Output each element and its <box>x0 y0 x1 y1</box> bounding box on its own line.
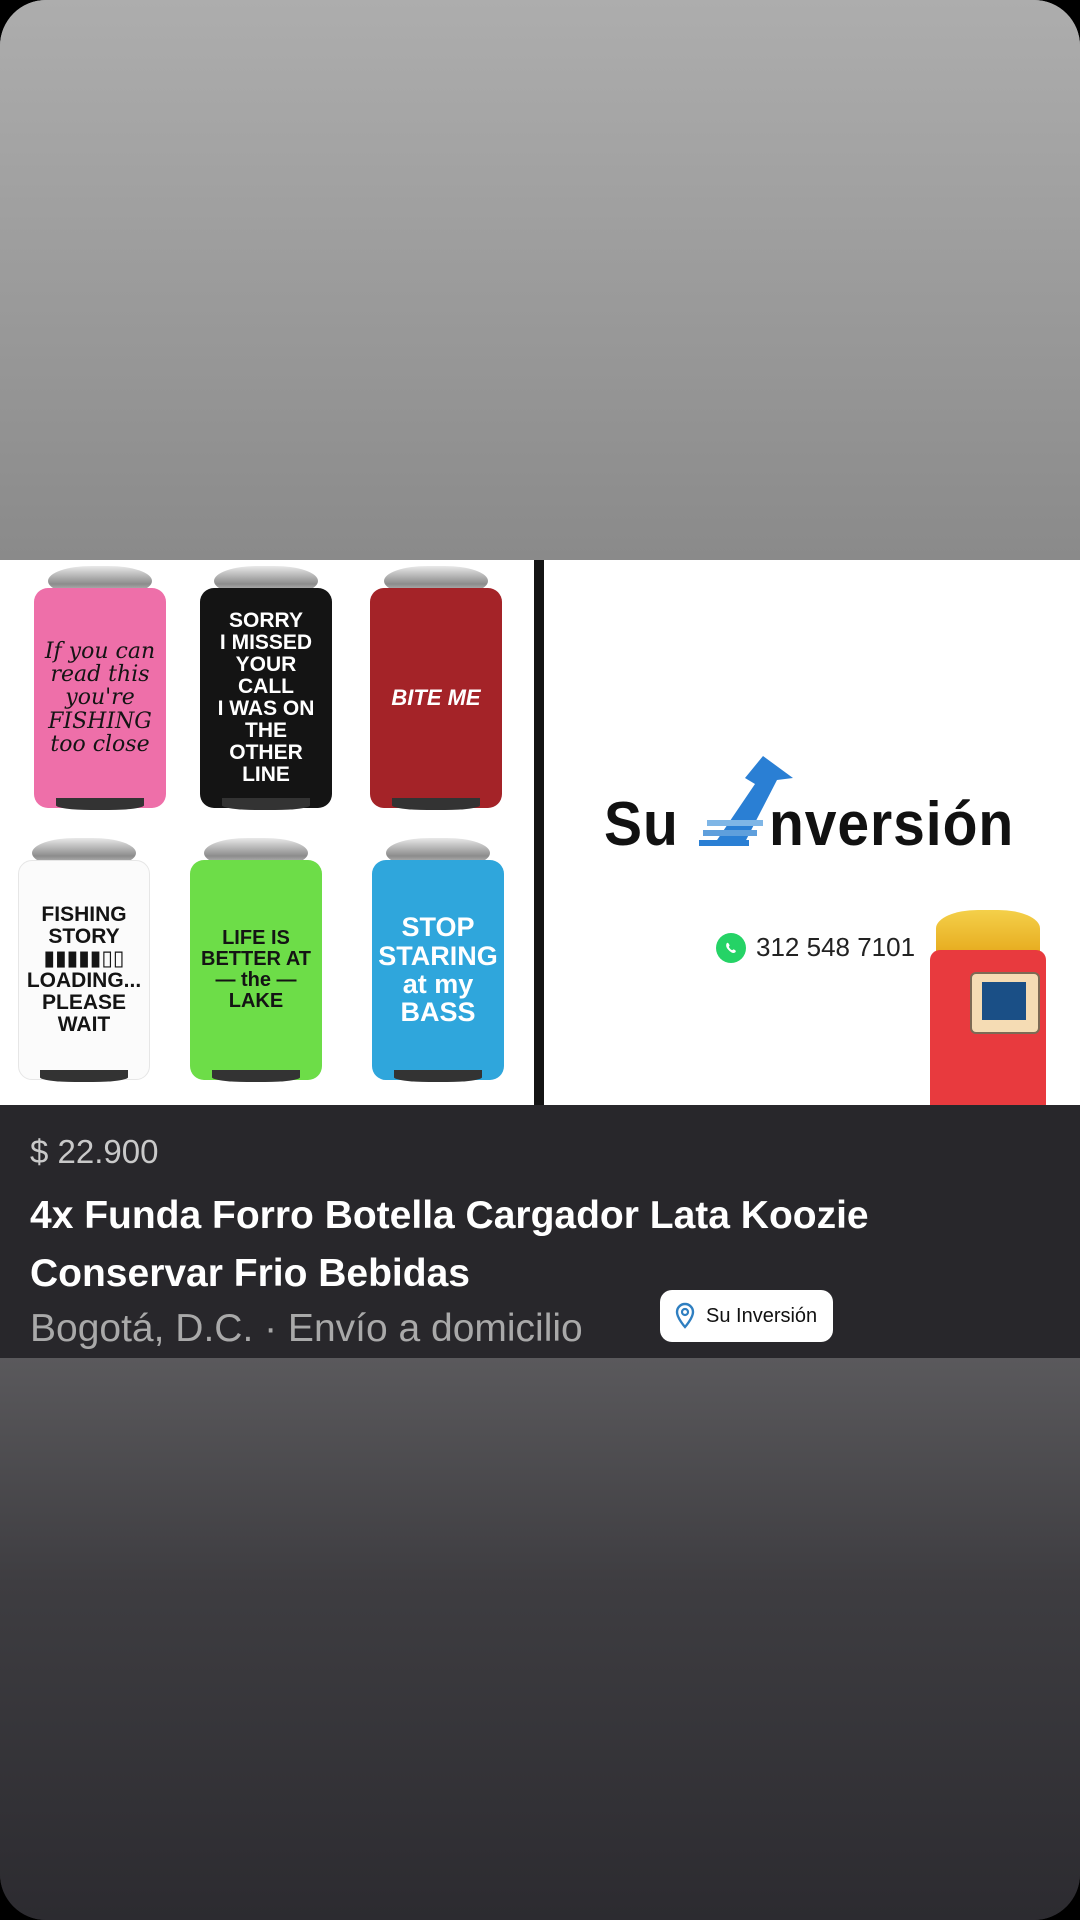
koozie-text: BITE ME <box>391 685 481 711</box>
brand-panel: Su nversión 312 548 7101 <box>544 560 1080 1105</box>
story-background-bottom <box>0 1358 1080 1920</box>
koozie-text: If you can read this you're FISHING too … <box>44 639 156 757</box>
story-screen: If you can read this you're FISHING too … <box>0 0 1080 1920</box>
image-divider <box>534 560 544 1105</box>
phone-row: 312 548 7101 <box>716 932 915 963</box>
promo-koozie-image <box>930 910 1046 1105</box>
brand-logo: Su nversión <box>604 750 1036 860</box>
product-image[interactable]: If you can read this you're FISHING too … <box>0 560 1080 1105</box>
listing-price: $ 22.900 <box>30 1133 159 1170</box>
koozie-text: STOP STARING at my BASS <box>378 912 498 1028</box>
listing-info[interactable]: $ 22.900 4x Funda Forro Botella Cargador… <box>0 1105 1080 1358</box>
listing-title: 4x Funda Forro Botella Cargador Lata Koo… <box>30 1194 869 1295</box>
whatsapp-icon <box>716 932 746 963</box>
map-pin-icon <box>675 1302 695 1329</box>
brand-word-inversion: nversión <box>769 790 1015 859</box>
koozie-grid: If you can read this you're FISHING too … <box>0 560 534 1105</box>
koozie-text: LIFE IS BETTER AT — the — LAKE <box>201 927 311 1012</box>
brand-word-su: Su <box>604 790 679 859</box>
story-background-top <box>0 0 1080 560</box>
listing-location: Bogotá, D.C. · Envío a domicilio <box>30 1307 583 1350</box>
koozie-text: SORRY I MISSED YOUR CALL I WAS ON THE OT… <box>217 608 315 787</box>
phone-number: 312 548 7101 <box>756 932 916 962</box>
store-chip-label: Su Inversión <box>706 1304 818 1327</box>
store-location-sticker[interactable]: Su Inversión <box>660 1290 834 1342</box>
koozie-text: FISHING STORY ▮▮▮▮▮▯▯ LOADING... PLEASE … <box>26 902 142 1037</box>
